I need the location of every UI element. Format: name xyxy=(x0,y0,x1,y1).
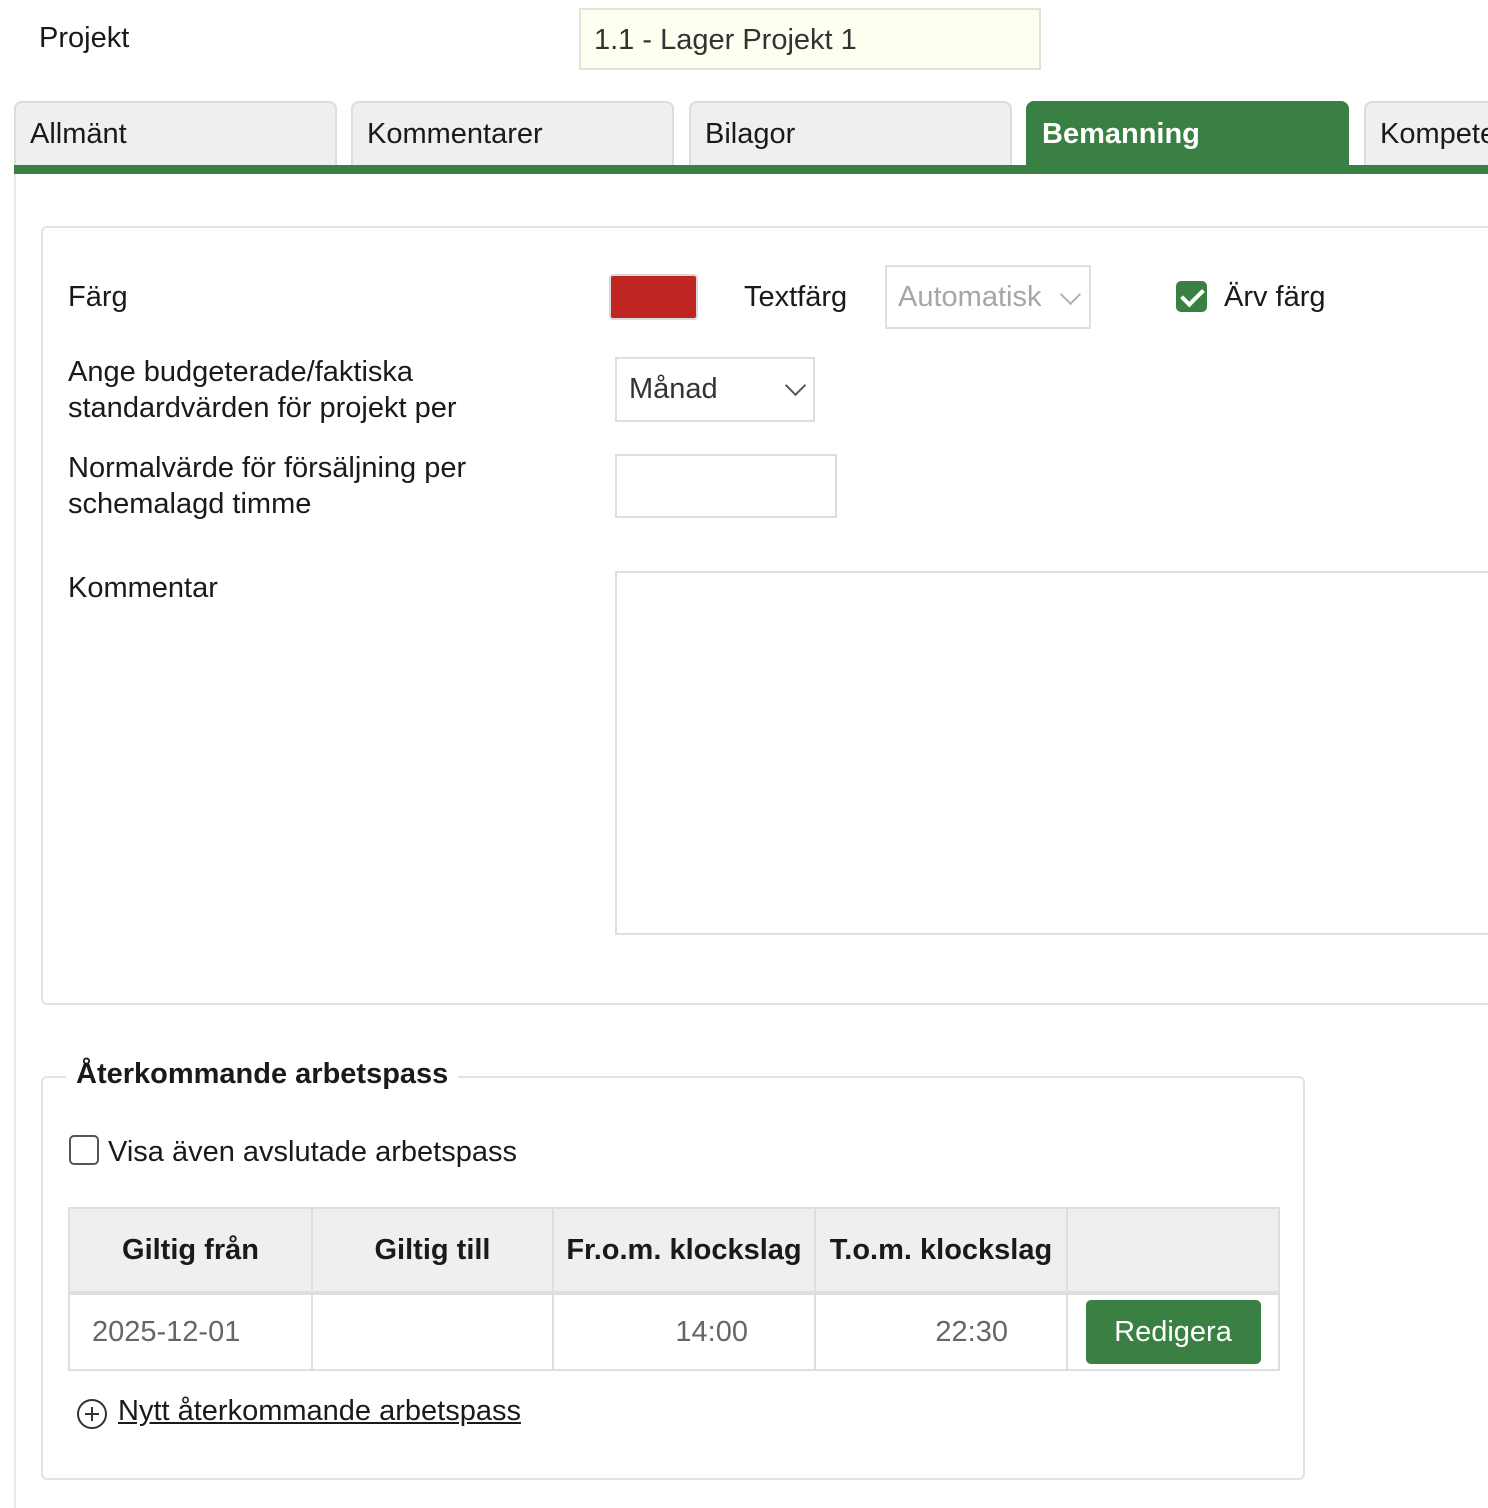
tab-bar-underline xyxy=(14,165,1488,174)
show-finished-checkbox[interactable] xyxy=(69,1135,99,1165)
show-finished-label: Visa även avslutade arbetspass xyxy=(108,1136,517,1168)
color-swatch[interactable] xyxy=(609,274,698,320)
sales-rate-input[interactable] xyxy=(615,454,837,518)
checkmark-icon xyxy=(1180,282,1205,308)
column-header-valid-from[interactable]: Giltig från xyxy=(68,1207,313,1294)
cell-valid-to xyxy=(311,1291,554,1371)
add-circle-icon[interactable] xyxy=(77,1399,107,1429)
tab-bemanning[interactable]: Bemanning xyxy=(1026,101,1349,165)
column-header-actions xyxy=(1066,1207,1280,1294)
content-border xyxy=(14,174,16,1508)
chevron-down-icon xyxy=(1059,283,1082,306)
budget-period-label: Ange budgeterade/faktiska standardvärden… xyxy=(68,356,457,424)
comment-label: Kommentar xyxy=(68,572,218,604)
budget-period-select[interactable]: Månad xyxy=(615,357,815,422)
project-field[interactable]: 1.1 - Lager Projekt 1 xyxy=(579,8,1041,70)
inherit-color-checkbox[interactable] xyxy=(1176,281,1207,312)
edit-button[interactable]: Redigera xyxy=(1085,1300,1261,1364)
text-color-label: Textfärg xyxy=(744,281,848,313)
comment-textarea[interactable] xyxy=(615,571,1488,935)
inherit-color-label: Ärv färg xyxy=(1224,281,1326,313)
sales-rate-label: Normalvärde för försäljning per schemala… xyxy=(68,452,467,520)
table-header-row: Giltig från Giltig till Fr.o.m. klocksla… xyxy=(68,1207,1280,1294)
text-color-value: Automatisk xyxy=(898,281,1042,313)
color-label: Färg xyxy=(68,281,128,313)
tab-allmant[interactable]: Allmänt xyxy=(14,101,337,165)
tab-kompetens[interactable]: Kompetens xyxy=(1364,101,1488,165)
cell-from-time: 14:00 xyxy=(552,1291,816,1371)
recurring-shifts-title: Återkommande arbetspass xyxy=(66,1058,459,1091)
column-header-valid-to[interactable]: Giltig till xyxy=(311,1207,554,1294)
budget-period-value: Månad xyxy=(629,373,718,405)
column-header-to-time[interactable]: T.o.m. klockslag xyxy=(814,1207,1068,1294)
tab-kommentarer[interactable]: Kommentarer xyxy=(351,101,674,165)
recurring-shifts-table: Giltig från Giltig till Fr.o.m. klocksla… xyxy=(68,1207,1280,1371)
cell-to-time: 22:30 xyxy=(814,1291,1068,1371)
text-color-select[interactable]: Automatisk xyxy=(885,265,1091,329)
cell-valid-from: 2025-12-01 xyxy=(68,1291,313,1371)
column-header-from-time[interactable]: Fr.o.m. klockslag xyxy=(552,1207,816,1294)
tab-bilagor[interactable]: Bilagor xyxy=(689,101,1012,165)
chevron-down-icon xyxy=(784,374,807,397)
project-label: Projekt xyxy=(39,22,130,54)
cell-actions: Redigera xyxy=(1066,1291,1280,1371)
new-recurring-shift-link[interactable]: Nytt återkommande arbetspass xyxy=(118,1395,521,1428)
table-row: 2025-12-01 14:00 22:30 Redigera xyxy=(68,1291,1280,1371)
